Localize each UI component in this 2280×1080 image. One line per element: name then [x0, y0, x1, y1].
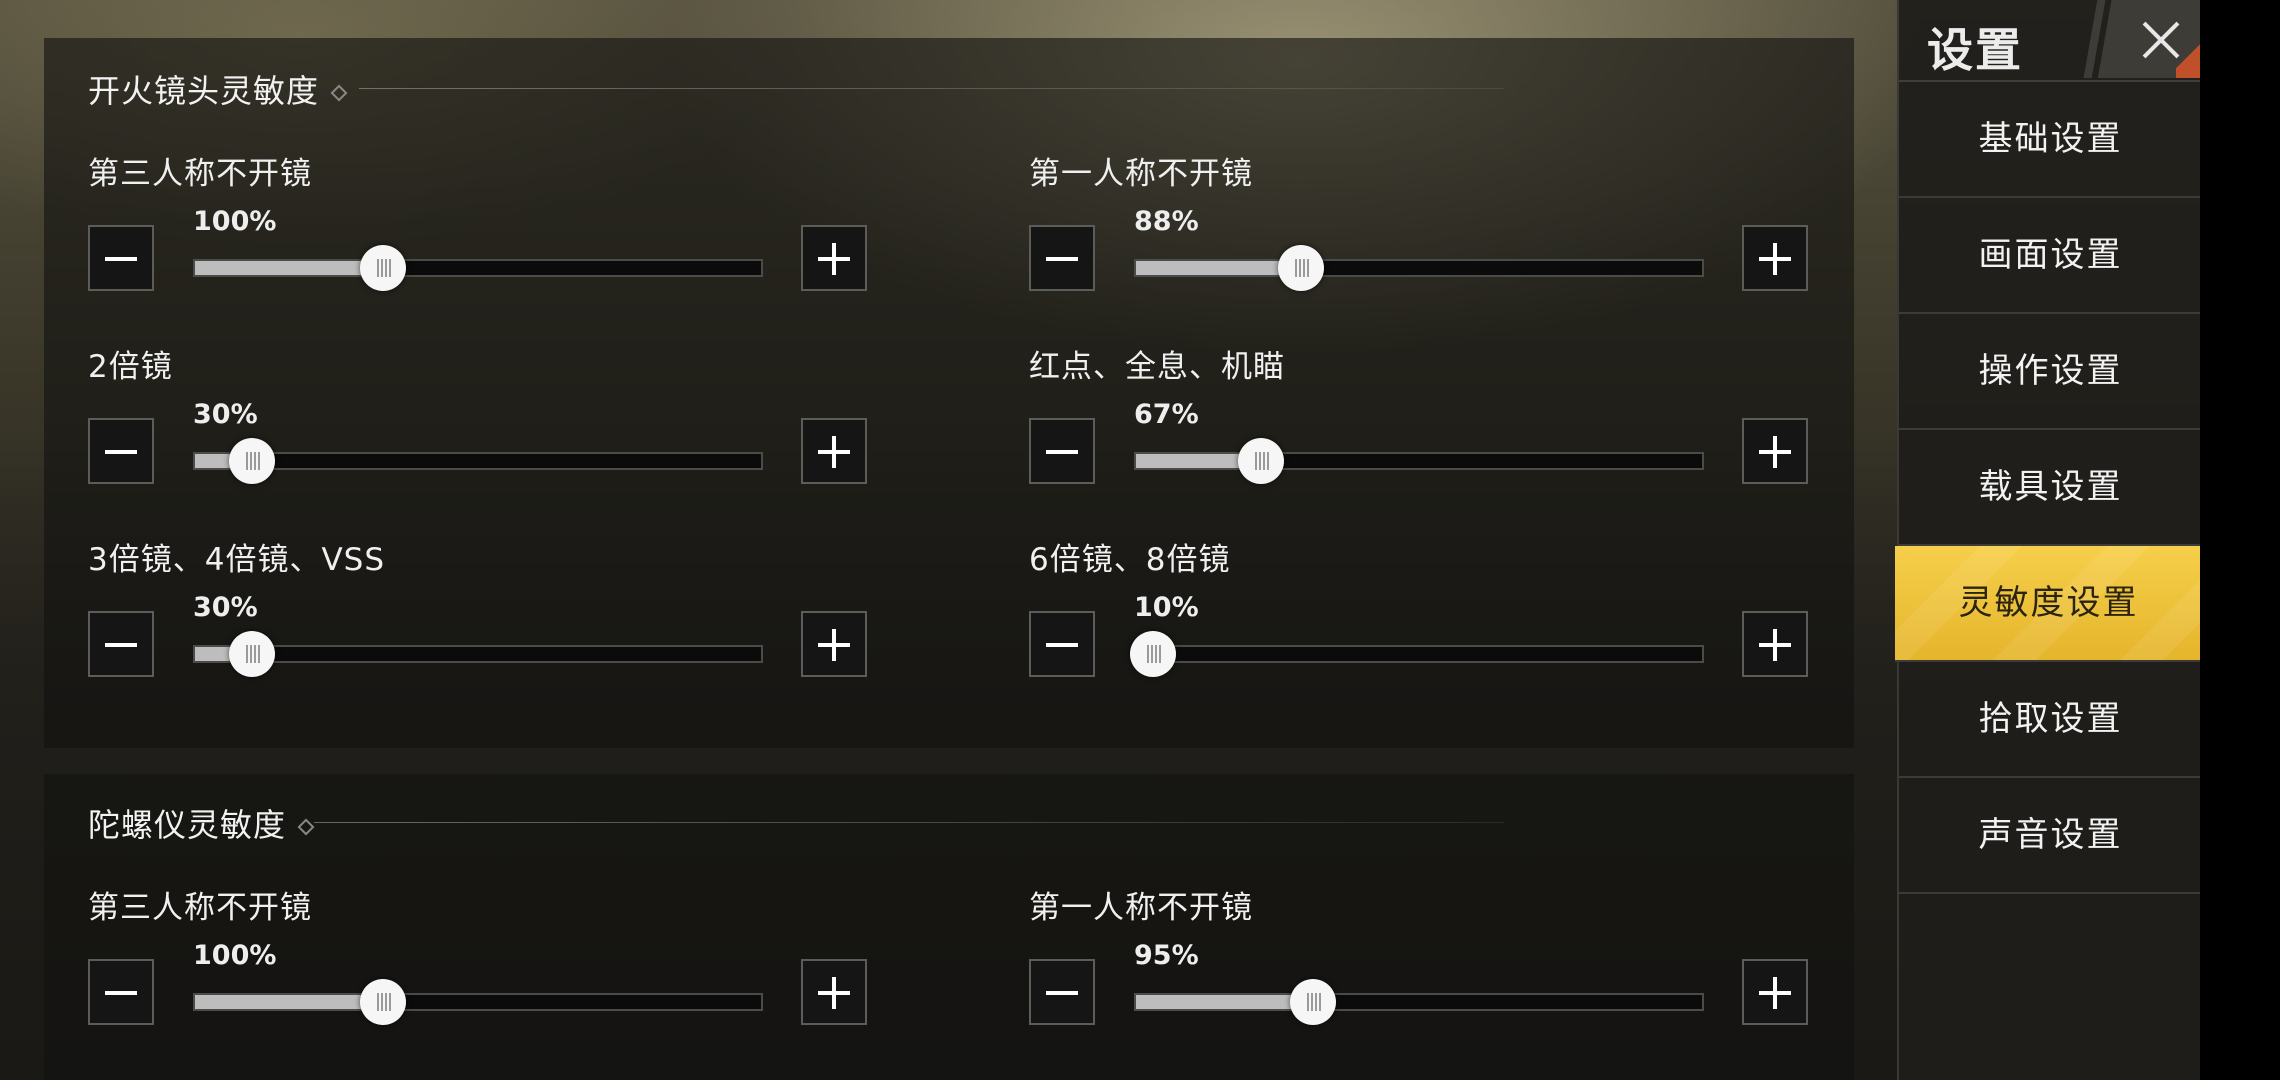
sidebar-header: 设置 — [1899, 0, 2202, 82]
slider-control: 第一人称不开镜 95% — [1029, 882, 1889, 1042]
slider-control: 第三人称不开镜 100% — [88, 882, 948, 1042]
slider-value: 95% — [1134, 940, 1199, 971]
slider-label: 第三人称不开镜 — [88, 890, 312, 926]
slider-label: 第三人称不开镜 — [88, 156, 312, 192]
slider-track[interactable] — [193, 245, 763, 291]
slider-handle[interactable] — [1238, 438, 1284, 484]
sidebar-item[interactable]: 声音设置 — [1899, 778, 2202, 894]
fire-sensitivity-panel: 开火镜头灵敏度 第三人称不开镜 100% 第一人称不开镜 88% 2倍镜 30% 红点… — [44, 38, 1854, 748]
sidebar-item[interactable]: 载具设置 — [1899, 430, 2202, 546]
decrease-button[interactable] — [1029, 418, 1095, 484]
slider-track[interactable] — [1130, 631, 1704, 677]
slider-handle[interactable] — [1130, 631, 1176, 677]
slider-control: 3倍镜、4倍镜、VSS 30% — [88, 534, 948, 694]
slider-handle[interactable] — [229, 631, 275, 677]
slider-track[interactable] — [1134, 979, 1704, 1025]
sidebar-item[interactable]: 画面设置 — [1899, 198, 2202, 314]
slider-value: 30% — [193, 592, 258, 623]
slider-label: 3倍镜、4倍镜、VSS — [88, 542, 386, 578]
slider-track[interactable] — [1134, 438, 1704, 484]
decrease-button[interactable] — [88, 225, 154, 291]
increase-button[interactable] — [1742, 611, 1808, 677]
slider-track[interactable] — [1134, 245, 1704, 291]
decrease-button[interactable] — [88, 611, 154, 677]
decrease-button[interactable] — [88, 418, 154, 484]
slider-handle[interactable] — [360, 979, 406, 1025]
slider-control: 第三人称不开镜 100% — [88, 148, 948, 308]
sidebar-nav: 基础设置 画面设置 操作设置 载具设置 灵敏度设置 拾取设置 声音设置 — [1895, 82, 2202, 894]
slider-value: 100% — [193, 206, 277, 237]
slider-label: 2倍镜 — [88, 349, 173, 385]
slider-label: 红点、全息、机瞄 — [1029, 349, 1285, 385]
minus-icon — [105, 643, 137, 647]
slider-fill — [195, 261, 383, 275]
gyro-sensitivity-panel: 陀螺仪灵敏度 第三人称不开镜 100% 第一人称不开镜 95% — [44, 774, 1854, 1080]
slider-value: 10% — [1134, 592, 1199, 623]
minus-icon — [105, 257, 137, 261]
slider-control: 红点、全息、机瞄 67% — [1029, 341, 1889, 501]
section-title-text: 陀螺仪灵敏度 — [88, 806, 287, 844]
section-title-text: 开火镜头灵敏度 — [88, 72, 320, 110]
slider-value: 30% — [193, 399, 258, 430]
slider-handle[interactable] — [360, 245, 406, 291]
minus-icon — [105, 450, 137, 454]
slider-track[interactable] — [193, 631, 763, 677]
diamond-icon — [297, 818, 315, 836]
sidebar-item[interactable]: 拾取设置 — [1899, 662, 2202, 778]
settings-sidebar: 设置 基础设置 画面设置 操作设置 载具设置 灵敏度设置 拾取设置 声音设置 — [1895, 0, 2202, 1080]
slider-control: 第一人称不开镜 88% — [1029, 148, 1889, 308]
close-accent — [2176, 44, 2202, 78]
slider-handle[interactable] — [1290, 979, 1336, 1025]
increase-button[interactable] — [1742, 418, 1808, 484]
slider-control: 6倍镜、8倍镜 10% — [1029, 534, 1889, 694]
decrease-button[interactable] — [88, 959, 154, 1025]
increase-button[interactable] — [1742, 225, 1808, 291]
increase-button[interactable] — [801, 418, 867, 484]
slider-label: 6倍镜、8倍镜 — [1029, 542, 1231, 578]
slider-fill — [1136, 995, 1313, 1009]
minus-icon — [105, 991, 137, 995]
increase-button[interactable] — [801, 225, 867, 291]
decrease-button[interactable] — [1029, 611, 1095, 677]
slider-track[interactable] — [193, 438, 763, 484]
increase-button[interactable] — [801, 611, 867, 677]
close-button[interactable] — [2075, 0, 2202, 78]
sidebar-item[interactable]: 基础设置 — [1899, 82, 2202, 198]
minus-icon — [1046, 450, 1078, 454]
section-divider — [359, 88, 1504, 89]
sidebar-item[interactable]: 操作设置 — [1899, 314, 2202, 430]
screen-edge — [2200, 0, 2280, 1080]
slider-label: 第一人称不开镜 — [1029, 890, 1253, 926]
minus-icon — [1046, 257, 1078, 261]
slider-fill — [1136, 261, 1301, 275]
section-title: 开火镜头灵敏度 — [88, 66, 348, 112]
decrease-button[interactable] — [1029, 225, 1095, 291]
slider-value: 67% — [1134, 399, 1199, 430]
diamond-icon — [330, 84, 348, 102]
slider-value: 88% — [1134, 206, 1199, 237]
slider-label: 第一人称不开镜 — [1029, 156, 1253, 192]
slider-control: 2倍镜 30% — [88, 341, 948, 501]
increase-button[interactable] — [801, 959, 867, 1025]
slider-track[interactable] — [193, 979, 763, 1025]
slider-handle[interactable] — [229, 438, 275, 484]
slider-fill — [195, 995, 383, 1009]
sidebar-item[interactable]: 灵敏度设置 — [1895, 546, 2202, 662]
section-title: 陀螺仪灵敏度 — [88, 800, 315, 846]
sidebar-title: 设置 — [1927, 23, 2023, 77]
slider-handle[interactable] — [1278, 245, 1324, 291]
slider-value: 100% — [193, 940, 277, 971]
minus-icon — [1046, 643, 1078, 647]
section-divider — [314, 822, 1504, 823]
minus-icon — [1046, 991, 1078, 995]
decrease-button[interactable] — [1029, 959, 1095, 1025]
increase-button[interactable] — [1742, 959, 1808, 1025]
